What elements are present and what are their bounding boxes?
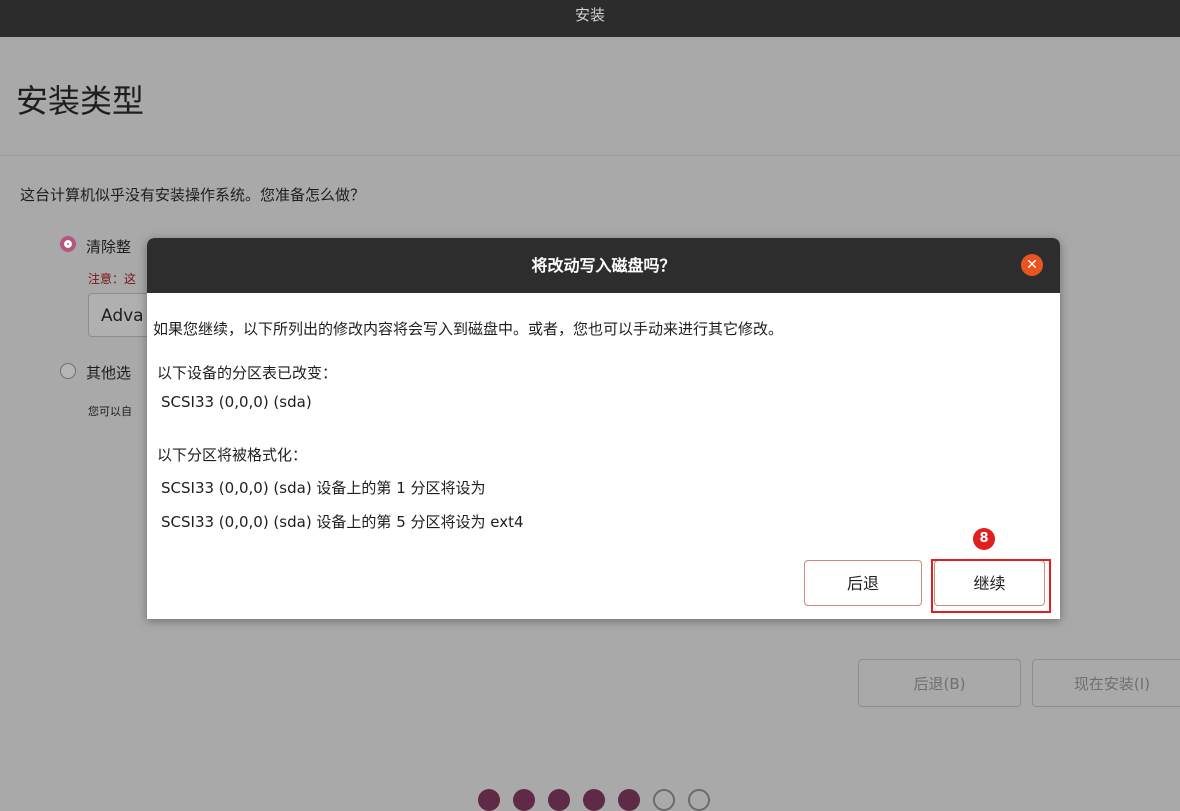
confirm-write-dialog: 将改动写入磁盘吗？ ✕ 如果您继续，以下所列出的修改内容将会写入到磁盘中。或者，… xyxy=(147,238,1060,619)
progress-dot xyxy=(688,789,710,811)
format-item: SCSI33 (0,0,0) (sda) 设备上的第 5 分区将设为 ext4 xyxy=(161,513,524,531)
install-now-button[interactable]: 现在安装(I) xyxy=(1032,659,1180,707)
erase-disk-note: 注意：这 xyxy=(88,272,137,286)
dialog-intro: 如果您继续，以下所列出的修改内容将会写入到磁盘中。或者，您也可以手动来进行其它修… xyxy=(153,320,784,338)
progress-dot xyxy=(653,789,675,811)
progress-dot xyxy=(618,789,640,811)
back-button[interactable]: 后退(B) xyxy=(858,659,1021,707)
erase-disk-radio[interactable] xyxy=(60,236,76,252)
something-else-label: 其他选 xyxy=(86,364,132,382)
progress-dot xyxy=(478,789,500,811)
dialog-header: 将改动写入磁盘吗？ ✕ xyxy=(147,238,1060,293)
progress-dot xyxy=(513,789,535,811)
dialog-back-button[interactable]: 后退 xyxy=(804,560,922,606)
progress-dot xyxy=(583,789,605,811)
progress-dots xyxy=(478,789,710,811)
progress-dot xyxy=(548,789,570,811)
something-else-desc: 您可以自 xyxy=(88,405,132,418)
format-heading: 以下分区将被格式化： xyxy=(157,446,308,464)
install-question: 这台计算机似乎没有安装操作系统。您准备怎么做？ xyxy=(20,186,366,204)
page-title: 安装类型 xyxy=(16,82,145,120)
format-item: SCSI33 (0,0,0) (sda) 设备上的第 1 分区将设为 xyxy=(161,479,486,497)
divider xyxy=(0,155,1180,156)
dialog-title: 将改动写入磁盘吗？ xyxy=(531,256,676,275)
window-title: 安装 xyxy=(574,6,605,24)
partition-table-device: SCSI33 (0,0,0) (sda) xyxy=(161,393,312,411)
erase-disk-label: 清除整 xyxy=(86,238,132,256)
continue-highlight-box xyxy=(931,559,1051,613)
something-else-radio[interactable] xyxy=(60,363,76,379)
window-titlebar: 安装 xyxy=(0,0,1180,37)
partition-table-heading: 以下设备的分区表已改变： xyxy=(157,364,338,382)
step-badge: 8 xyxy=(973,528,995,550)
close-icon[interactable]: ✕ xyxy=(1021,254,1043,276)
